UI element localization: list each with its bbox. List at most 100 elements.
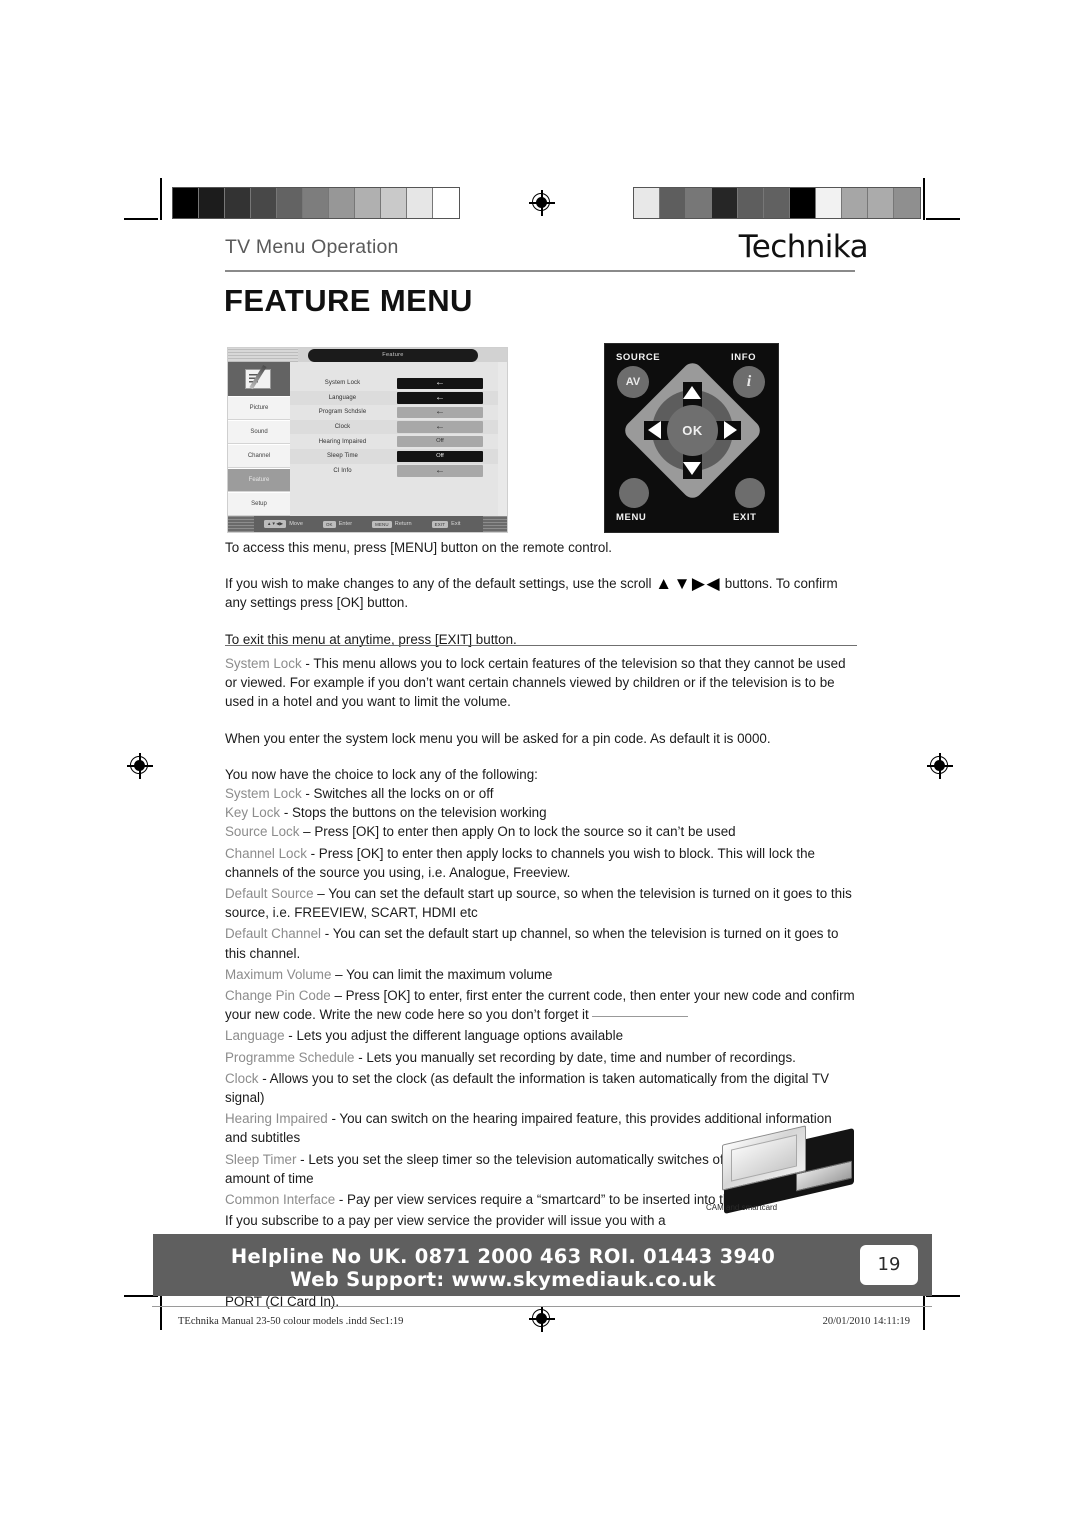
brand-logo: Technika <box>738 229 869 265</box>
scroll-arrows-icon: ▲▼▶◀ <box>655 574 722 594</box>
term-system-lock: System Lock <box>225 656 302 671</box>
pin-code-blank-line <box>592 1016 689 1018</box>
term-label: Channel Lock <box>225 845 307 861</box>
osd-row-language[interactable]: Language ← <box>290 390 498 406</box>
osd-sidebar-item-feature[interactable]: Feature <box>228 468 290 492</box>
remote-exit-button[interactable] <box>735 478 765 508</box>
exit-key-icon: EXIT <box>431 520 449 528</box>
calibration-swatch-7 <box>355 188 381 218</box>
term-desc: – Press [OK] to enter then apply On to l… <box>299 824 736 840</box>
osd-hint-exit: EXIT Exit <box>431 520 461 528</box>
term-label: Change Pin Code <box>225 988 331 1004</box>
osd-row-hearing-impaired[interactable]: Hearing Impaired Off <box>290 434 498 449</box>
osd-hint-bar: ▲▼◀▶ Move OK Enter MENU Return EXIT Exit <box>228 516 507 532</box>
osd-row-value[interactable]: Off <box>397 435 483 448</box>
cam-smartcard-photo: CAM and smartcard <box>700 1125 860 1225</box>
osd-row-value[interactable]: ← <box>397 406 483 419</box>
enter-arrow-icon: ← <box>435 377 445 389</box>
calibration-swatch-6 <box>329 188 355 218</box>
arrow-down-icon[interactable] <box>683 462 701 475</box>
intro-paragraph-2: If you wish to make changes to any of th… <box>225 574 857 612</box>
registration-mark-right <box>927 753 953 779</box>
term-label: Clock <box>225 1070 259 1086</box>
osd-sidebar-item-setup[interactable]: Setup <box>228 492 290 516</box>
pin-code-paragraph: When you enter the system lock menu you … <box>225 730 771 746</box>
desc-system-lock: - This menu allows you to lock certain f… <box>225 656 846 710</box>
osd-sidebar: Picture Sound Channel Feature Setup <box>228 362 290 518</box>
page-number-badge: 19 <box>860 1245 918 1285</box>
osd-row-value[interactable]: ← <box>397 421 483 433</box>
intro-paragraph-1: To access this menu, press [MENU] button… <box>225 540 613 555</box>
term-desc: – You can limit the maximum volume <box>331 966 553 982</box>
calibration-swatch-2 <box>686 188 712 218</box>
lock-item-default-channel: Default Channel - You can set the defaul… <box>225 924 857 962</box>
osd-sidebar-item-channel[interactable]: Channel <box>228 444 290 468</box>
remote-info-label: INFO <box>731 352 757 363</box>
footer-helpline: Helpline No UK. 0871 2000 463 ROI. 01443… <box>230 1245 776 1268</box>
term-desc: – You can set the default start up sourc… <box>225 886 852 921</box>
remote-dpad[interactable]: OK <box>621 359 764 502</box>
crop-mark-top-right-v <box>923 178 925 220</box>
calibration-bar-left <box>172 187 460 219</box>
term-desc: - Pay per view services require a “smart… <box>335 1192 761 1208</box>
calibration-swatch-3 <box>251 188 277 218</box>
osd-row-label: Program Schdsle <box>318 409 367 416</box>
osd-row-label: Language <box>328 394 357 401</box>
crop-mark-left-h <box>124 218 158 220</box>
remote-menu-button[interactable] <box>619 478 649 508</box>
osd-hatch-left <box>228 348 298 362</box>
osd-row-value[interactable]: Off <box>397 450 483 463</box>
term-label: Hearing Impaired <box>225 1111 328 1127</box>
osd-sidebar-item-picture[interactable]: Picture <box>228 396 290 420</box>
osd-hint-label: Enter <box>338 521 353 527</box>
intro-text-block: To access this menu, press [MENU] button… <box>225 538 857 666</box>
osd-row-ci-info[interactable]: CI Info ← <box>290 464 498 479</box>
calibration-swatch-0 <box>173 188 199 218</box>
osd-row-value[interactable]: ← <box>397 392 483 404</box>
imprint-divider <box>152 1306 932 1307</box>
arrow-up-icon[interactable] <box>683 386 701 399</box>
osd-feature-icon-cell <box>228 362 290 396</box>
arrow-left-icon[interactable] <box>648 421 661 439</box>
feature-item-programme-schedule: Programme Schedule - Lets you manually s… <box>225 1048 857 1067</box>
term-label: Sleep Timer <box>225 1151 297 1167</box>
osd-sidebar-label: Picture <box>249 405 269 411</box>
osd-row-label: Hearing Impaired <box>318 438 367 445</box>
term-desc: - Lets you adjust the different language… <box>284 1028 624 1044</box>
term-label: Source Lock <box>225 824 300 840</box>
enter-arrow-icon: ← <box>435 464 445 476</box>
osd-row-clock[interactable]: Clock ← <box>290 419 498 435</box>
menu-key-icon: MENU <box>372 520 392 528</box>
remote-ok-button[interactable]: OK <box>667 405 718 456</box>
enter-arrow-icon: ← <box>435 391 445 403</box>
page-section-title: TV Menu Operation <box>225 236 399 258</box>
osd-sidebar-label: Feature <box>248 477 270 483</box>
lock-item-change-pin-code: Change Pin Code – Press [OK] to enter, f… <box>225 986 857 1024</box>
osd-row-value[interactable]: ← <box>397 377 483 390</box>
osd-hatch-bottom-left <box>228 516 254 532</box>
osd-row-value[interactable]: ← <box>397 465 483 477</box>
lock-item-default-source: Default Source – You can set the default… <box>225 884 857 922</box>
crop-mark-top-left-v <box>160 178 162 220</box>
tv-osd-screenshot: Feature Picture Sound Channel Feature Se… <box>227 347 508 533</box>
osd-hint-enter: OK Enter <box>322 520 353 528</box>
term-label: Default Channel <box>225 926 322 942</box>
term-label: Maximum Volume <box>225 966 332 982</box>
calibration-swatch-1 <box>199 188 225 218</box>
osd-row-label: CI Info <box>333 467 352 474</box>
page-title: FEATURE MENU <box>224 283 473 318</box>
osd-sidebar-item-sound[interactable]: Sound <box>228 420 290 444</box>
osd-row-sleep-time[interactable]: Sleep Time Off <box>290 449 498 464</box>
term-desc: - Lets you manually set recording by dat… <box>354 1049 796 1065</box>
lock-item-maximum-volume: Maximum Volume – You can limit the maxim… <box>225 965 857 984</box>
feature-item-language: Language - Lets you adjust the different… <box>225 1026 857 1045</box>
arrow-right-icon[interactable] <box>724 421 737 439</box>
calibration-swatch-0 <box>634 188 660 218</box>
osd-row-system-lock[interactable]: System Lock ← <box>290 376 498 391</box>
osd-hint-label: Exit <box>451 521 461 527</box>
term-label: System Lock <box>225 786 302 802</box>
calibration-swatch-6 <box>790 188 816 218</box>
osd-row-program-schedule[interactable]: Program Schdsle ← <box>290 405 498 420</box>
osd-sidebar-label: Setup <box>251 501 267 507</box>
registration-mark-top <box>529 190 555 216</box>
